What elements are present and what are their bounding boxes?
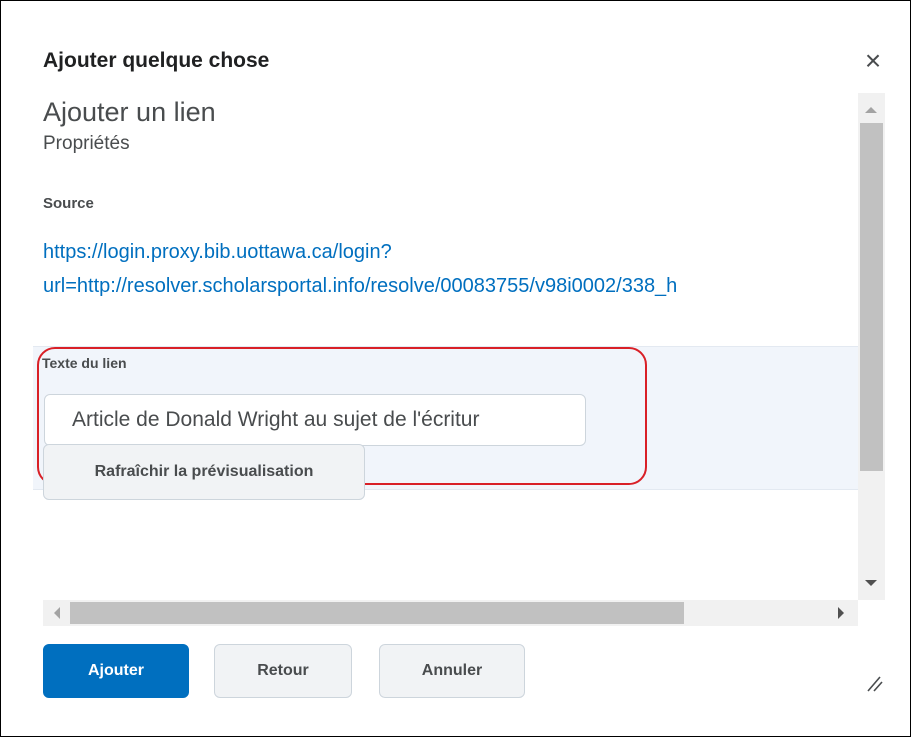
back-button[interactable]: Retour <box>214 644 352 698</box>
horizontal-scroll-thumb[interactable] <box>70 602 684 624</box>
dialog-content: Ajouter un lien Propriétés Source https:… <box>2 91 858 599</box>
vertical-scroll-thumb[interactable] <box>860 123 883 471</box>
resize-handle-icon[interactable] <box>865 674 883 692</box>
scroll-down-arrow-icon[interactable] <box>865 580 877 586</box>
scroll-right-arrow-icon[interactable] <box>838 607 844 619</box>
vertical-scrollbar[interactable] <box>858 93 885 600</box>
refresh-preview-button[interactable]: Rafraîchir la prévisualisation <box>43 444 365 500</box>
scroll-up-arrow-icon[interactable] <box>865 107 877 113</box>
link-text-input[interactable]: Article de Donald Wright au sujet de l'é… <box>44 394 586 446</box>
dialog-title: Ajouter quelque chose <box>43 49 270 72</box>
page-title: Ajouter un lien <box>43 97 216 127</box>
section-subtitle: Propriétés <box>43 133 130 154</box>
link-text-label: Texte du lien <box>42 355 127 371</box>
source-url-link[interactable]: https://login.proxy.bib.uottawa.ca/login… <box>43 235 677 303</box>
dialog: Ajouter quelque chose × Ajouter un lien … <box>0 0 911 737</box>
add-button[interactable]: Ajouter <box>43 644 189 698</box>
close-icon[interactable]: × <box>859 47 887 75</box>
scroll-left-arrow-icon[interactable] <box>54 607 60 619</box>
source-url-line-2[interactable]: url=http://resolver.scholarsportal.info/… <box>43 269 677 303</box>
cancel-button[interactable]: Annuler <box>379 644 525 698</box>
source-label: Source <box>43 195 94 212</box>
horizontal-scrollbar[interactable] <box>43 600 858 626</box>
source-url-line-1[interactable]: https://login.proxy.bib.uottawa.ca/login… <box>43 235 677 269</box>
